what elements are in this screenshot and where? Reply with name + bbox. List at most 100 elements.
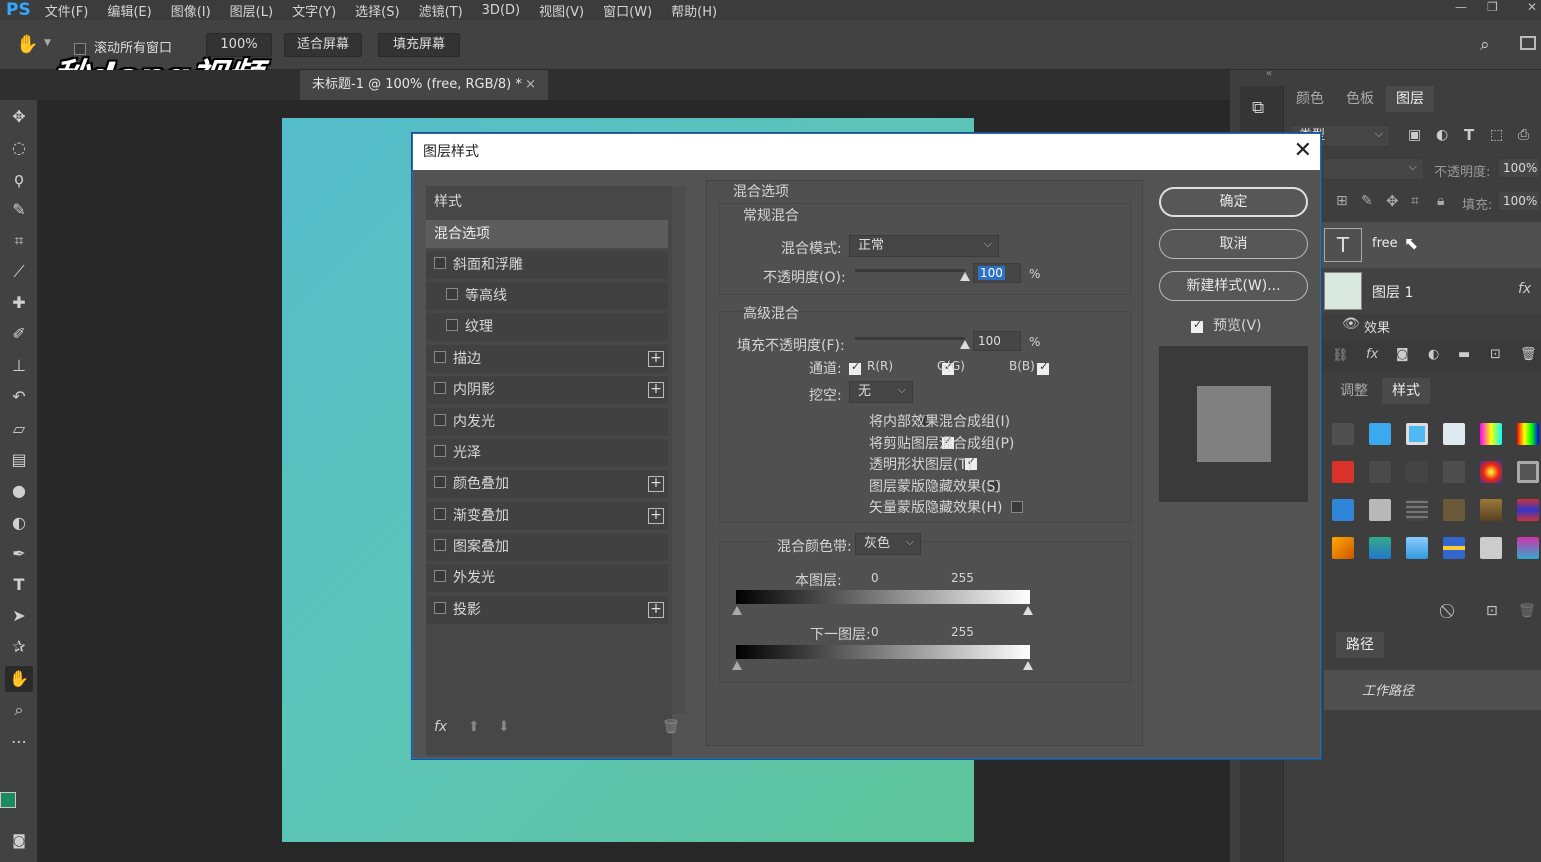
checkbox[interactable] — [446, 319, 458, 331]
style-item-bevel-emboss[interactable]: 斜面和浮雕 — [426, 251, 668, 279]
work-path-row[interactable]: 工作路径 — [1324, 670, 1541, 710]
stamp-tool-icon[interactable]: ⊥ — [5, 353, 33, 379]
channel-b-checkbox[interactable] — [1037, 360, 1050, 375]
style-swatch[interactable] — [1443, 461, 1465, 483]
eyedropper-tool-icon[interactable]: ⟋ — [5, 259, 33, 285]
eraser-tool-icon[interactable]: ▱ — [5, 416, 33, 442]
filter-type-icon[interactable]: T — [1464, 126, 1474, 144]
opacity-slider-thumb[interactable] — [960, 272, 970, 281]
style-swatch[interactable] — [1369, 537, 1391, 559]
style-swatch[interactable] — [1406, 499, 1428, 521]
fill-opacity-input[interactable]: 100 — [973, 331, 1021, 351]
foreground-color-swatch[interactable] — [0, 792, 16, 808]
dodge-tool-icon[interactable]: ◐ — [5, 510, 33, 536]
style-swatch[interactable] — [1517, 423, 1539, 445]
delete-layer-icon[interactable]: 🗑︎ — [1520, 347, 1537, 362]
checkbox[interactable] — [434, 351, 446, 363]
opacity-input[interactable]: 100 — [973, 263, 1021, 283]
layer-row-text[interactable]: T free ⬉ — [1320, 222, 1541, 268]
panel-fill-field[interactable]: 100% — [1498, 191, 1540, 211]
add-style-icon[interactable]: fx — [1366, 347, 1378, 362]
opacity-slider[interactable] — [855, 269, 965, 272]
fill-opacity-slider-thumb[interactable] — [960, 340, 970, 349]
lock-pixels-icon[interactable]: ✎ — [1361, 193, 1373, 209]
move-up-icon[interactable]: ⬆ — [468, 719, 480, 735]
type-tool-icon[interactable]: T — [5, 572, 33, 598]
history-brush-icon[interactable]: ↶ — [5, 384, 33, 410]
option-checkbox[interactable] — [1010, 500, 1023, 513]
checkbox[interactable] — [434, 602, 446, 614]
style-swatch[interactable] — [1480, 499, 1502, 521]
tab-paths[interactable]: 路径 — [1336, 632, 1384, 658]
shape-tool-icon[interactable]: ✰ — [5, 634, 33, 660]
gradient-tool-icon[interactable]: ▤ — [5, 447, 33, 473]
this-layer-white-slider[interactable] — [1023, 606, 1033, 615]
style-swatch[interactable] — [1517, 537, 1539, 559]
style-swatch[interactable] — [1517, 499, 1539, 521]
history-panel-icon[interactable]: ⧉ — [1252, 98, 1264, 118]
blend-if-dropdown[interactable]: 灰色 — [855, 532, 921, 555]
brush-tool-icon[interactable]: ✐ — [5, 321, 33, 347]
add-effect-icon[interactable]: + — [648, 351, 664, 367]
delete-effect-icon[interactable]: 🗑︎ — [662, 719, 680, 735]
hand-tool-icon[interactable]: ✋ — [16, 34, 38, 55]
checkbox[interactable] — [434, 382, 446, 394]
style-swatch[interactable] — [1480, 537, 1502, 559]
style-item-inner-shadow[interactable]: 内阴影 + — [426, 376, 668, 404]
style-swatch[interactable] — [1332, 461, 1354, 483]
add-effect-icon[interactable]: + — [648, 508, 664, 524]
style-item-inner-glow[interactable]: 内发光 — [426, 408, 668, 436]
this-layer-black-slider[interactable] — [732, 606, 742, 615]
style-swatch[interactable] — [1369, 423, 1391, 445]
zoom-tool-icon[interactable]: ⌕ — [5, 697, 33, 723]
checkbox[interactable] — [434, 414, 446, 426]
lock-transparent-icon[interactable]: ⊞ — [1336, 193, 1348, 209]
checkbox[interactable] — [434, 476, 446, 488]
blend-mode-dropdown[interactable]: 正常 — [849, 234, 999, 257]
style-swatch[interactable] — [1480, 461, 1502, 483]
underlying-black-slider[interactable] — [732, 661, 742, 670]
style-list-scrollbar[interactable] — [672, 186, 686, 714]
menu-window[interactable]: 窗口(W) — [603, 1, 652, 20]
checkbox[interactable] — [434, 445, 446, 457]
add-effect-icon[interactable]: + — [648, 382, 664, 398]
style-swatch[interactable] — [1480, 423, 1502, 445]
ok-button[interactable]: 确定 — [1159, 187, 1308, 217]
style-item-color-overlay[interactable]: 颜色叠加 + — [426, 470, 668, 498]
lasso-tool-icon[interactable]: ϙ — [5, 166, 33, 192]
style-item-satin[interactable]: 光泽 — [426, 439, 668, 467]
tab-adjustments[interactable]: 调整 — [1330, 378, 1378, 404]
new-style-icon[interactable]: ⊡ — [1486, 603, 1498, 619]
move-tool-icon[interactable]: ✥ — [5, 104, 33, 130]
style-swatch[interactable] — [1369, 499, 1391, 521]
layer-row-image[interactable]: 图层 1 fx — [1320, 268, 1541, 314]
blend-mode-panel-dropdown[interactable] — [1322, 157, 1424, 180]
add-effect-icon[interactable]: + — [648, 602, 664, 618]
menu-layer[interactable]: 图层(L) — [230, 1, 273, 20]
style-item-gradient-overlay[interactable]: 渐变叠加 + — [426, 502, 668, 530]
menu-image[interactable]: 图像(I) — [171, 1, 211, 20]
lock-all-icon[interactable]: 🔒︎ — [1437, 193, 1444, 209]
marquee-tool-icon[interactable]: ◌ — [5, 135, 33, 161]
path-select-icon[interactable]: ➤ — [5, 603, 33, 629]
blur-tool-icon[interactable]: ● — [5, 478, 33, 504]
menu-edit[interactable]: 编辑(E) — [107, 1, 151, 20]
filter-smart-object-icon[interactable]: ⎙ — [1518, 127, 1529, 143]
new-adjustment-icon[interactable]: ◐ — [1428, 347, 1439, 362]
pen-tool-icon[interactable]: ✒ — [5, 541, 33, 567]
style-swatch[interactable] — [1406, 537, 1428, 559]
style-item-texture[interactable]: 纹理 — [426, 313, 668, 341]
crop-tool-icon[interactable]: ⌗ — [5, 228, 33, 254]
style-item-pattern-overlay[interactable]: 图案叠加 — [426, 533, 668, 561]
cancel-button[interactable]: 取消 — [1159, 229, 1308, 259]
link-layers-icon[interactable]: ⛓︎ — [1332, 348, 1349, 363]
panel-opacity-field[interactable]: 100% — [1498, 158, 1540, 178]
dialog-close-icon[interactable]: ✕ — [1294, 134, 1312, 168]
menu-3d[interactable]: 3D(D) — [482, 3, 520, 18]
style-swatch[interactable] — [1332, 537, 1354, 559]
preview-checkbox[interactable] — [1191, 318, 1203, 333]
filter-adjustment-icon[interactable]: ◐ — [1436, 127, 1448, 143]
workspace-icon[interactable] — [1520, 36, 1536, 50]
style-item-drop-shadow[interactable]: 投影 + — [426, 596, 668, 624]
knockout-dropdown[interactable]: 无 — [849, 380, 913, 403]
